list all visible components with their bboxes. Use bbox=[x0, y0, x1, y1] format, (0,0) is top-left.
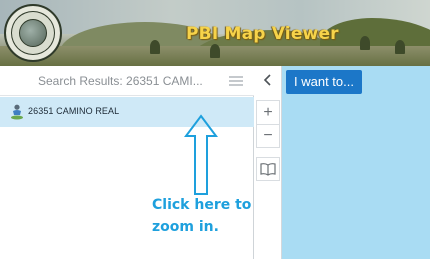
list-view-icon[interactable] bbox=[229, 76, 243, 87]
app-title: PBI Map Viewer bbox=[186, 24, 339, 44]
zoom-out-button[interactable]: − bbox=[256, 124, 280, 148]
chevron-left-icon bbox=[263, 74, 271, 86]
banner-tree bbox=[360, 36, 370, 50]
results-title: Search Results: 26351 CAMI... bbox=[38, 74, 203, 88]
map-toolbar: + − bbox=[254, 66, 282, 259]
banner-tree bbox=[210, 44, 220, 58]
county-seal-icon bbox=[4, 4, 62, 62]
bookmarks-button[interactable] bbox=[256, 157, 280, 181]
banner-tree bbox=[150, 40, 160, 54]
annotation-line: zoom in. bbox=[152, 219, 219, 235]
annotation-line: Click here to bbox=[152, 197, 252, 213]
result-item-label: 26351 CAMINO REAL bbox=[28, 106, 120, 116]
book-icon bbox=[260, 163, 276, 176]
i-want-to-button[interactable]: I want to... bbox=[286, 70, 362, 94]
map-canvas[interactable]: I want to... bbox=[282, 66, 430, 259]
zoom-in-button[interactable]: + bbox=[256, 100, 280, 124]
annotation-text: Click here to zoom in. bbox=[152, 194, 262, 238]
map-marker-person-icon bbox=[11, 104, 23, 120]
header-banner: PBI Map Viewer bbox=[0, 0, 430, 66]
annotation-arrow-icon bbox=[184, 114, 218, 195]
results-header: Search Results: 26351 CAMI... bbox=[0, 66, 254, 96]
banner-tree bbox=[395, 40, 405, 54]
collapse-panel-button[interactable] bbox=[256, 68, 280, 92]
